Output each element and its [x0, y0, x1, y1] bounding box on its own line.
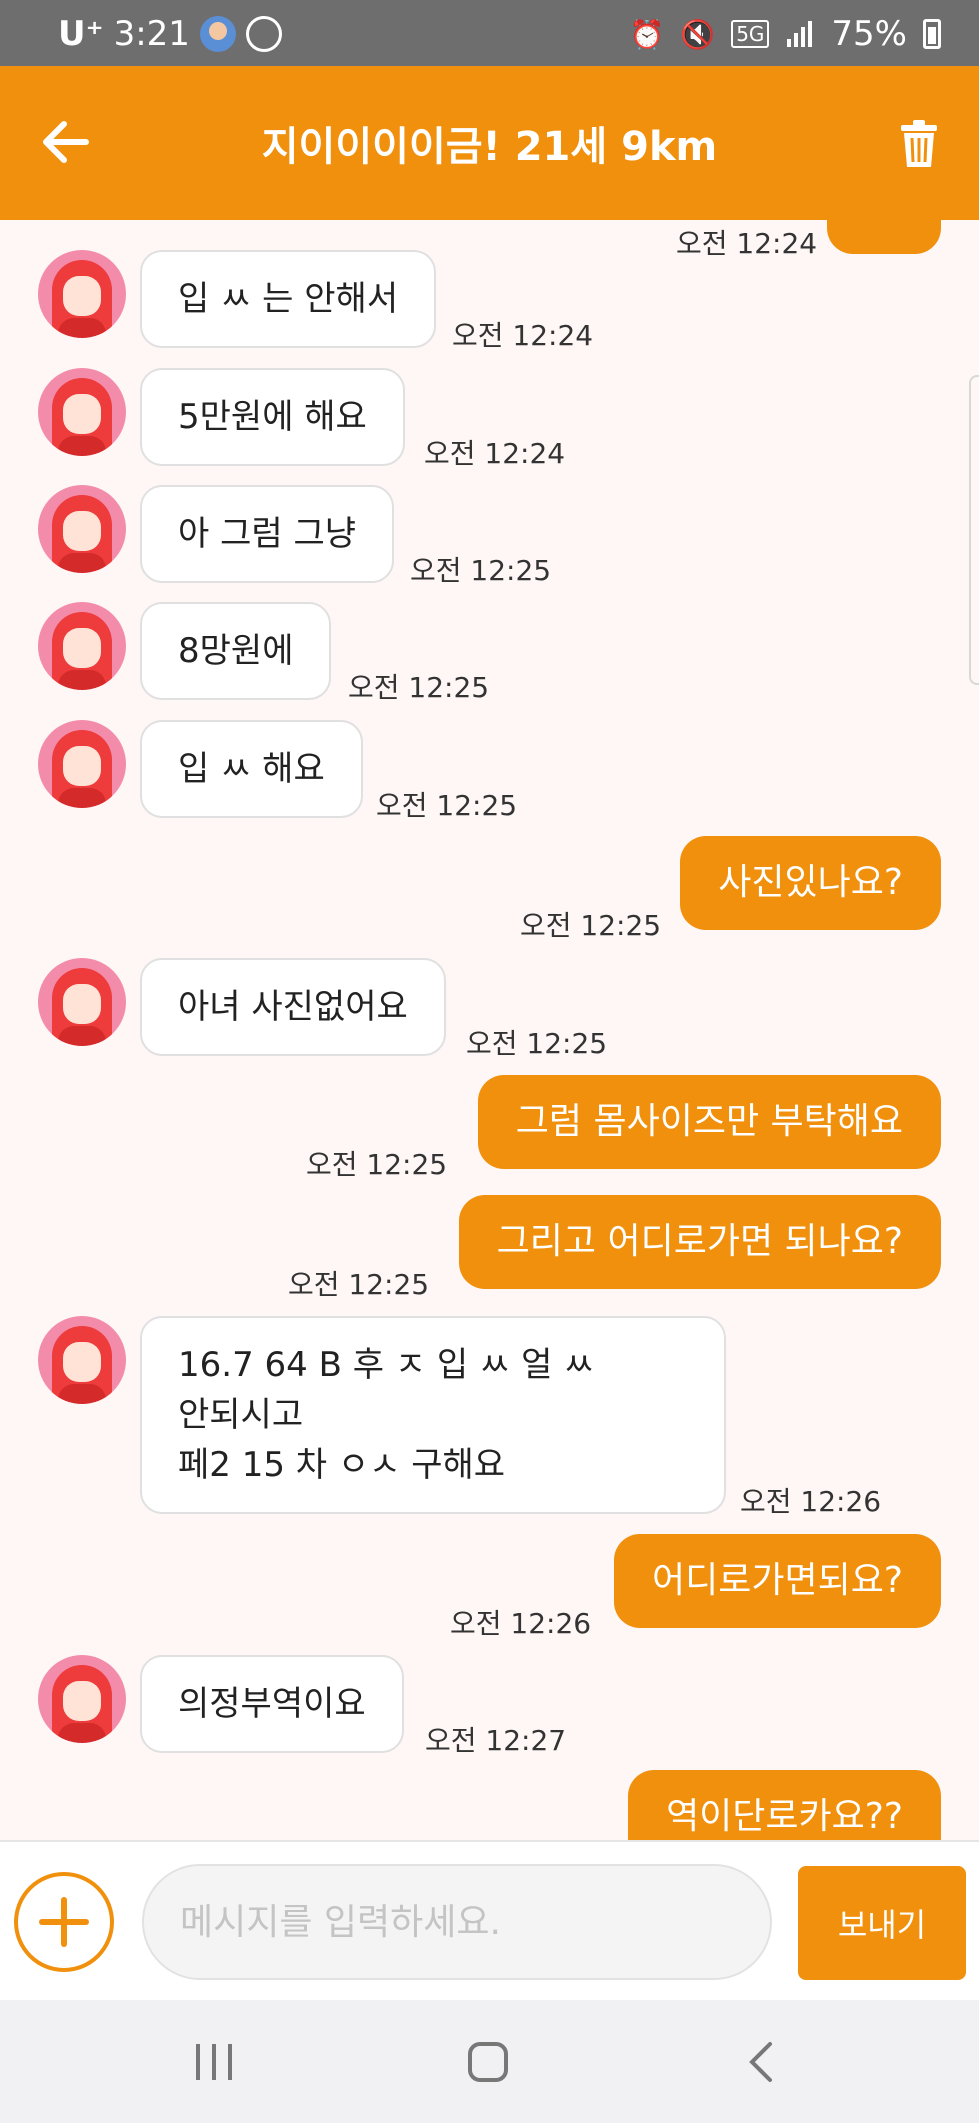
app-notification-icon [199, 16, 236, 52]
message-time: 오전 12:25 [306, 1148, 448, 1181]
message-bubble[interactable]: 8망원에 [140, 602, 332, 700]
message-bubble[interactable]: 어디로가면되요? [614, 1534, 941, 1628]
message-time: 오전 12:26 [740, 1485, 882, 1518]
avatar[interactable] [38, 720, 126, 808]
avatar[interactable] [38, 368, 126, 456]
message-bubble[interactable]: 그리고 어디로가면 되나요? [458, 1195, 941, 1289]
message-bubble[interactable]: 의정부역이요 [140, 1655, 404, 1753]
message-bubble[interactable]: 입 ㅆ 해요 [140, 720, 363, 818]
message-time: 오전 12:25 [520, 909, 662, 942]
network-type-icon: 5G [731, 20, 770, 48]
message-time: 오전 12:24 [452, 319, 594, 352]
back-button[interactable] [34, 110, 98, 174]
message-time: 오전 12:25 [410, 554, 552, 587]
avatar[interactable] [38, 1316, 126, 1404]
avatar[interactable] [38, 250, 126, 338]
message-composer: 보내기 [0, 1840, 979, 2000]
delete-chat-button[interactable] [891, 114, 947, 174]
message-time: 오전 12:27 [425, 1724, 567, 1757]
status-bar: U⁺ 3:21 ⏰ 🔇 5G 75% [0, 0, 979, 66]
back-nav-button[interactable] [722, 2030, 802, 2094]
message-time: 오전 12:25 [348, 671, 490, 704]
message-input[interactable] [142, 1864, 772, 1980]
message-time: 오전 12:25 [288, 1268, 430, 1301]
arrow-left-icon [43, 121, 89, 163]
home-button[interactable] [448, 2030, 528, 2094]
chat-header: 지이이이이금! 21세 9km [0, 66, 979, 220]
message-time: 오전 12:25 [466, 1027, 608, 1060]
home-icon [468, 2042, 508, 2082]
system-navigation-bar [0, 2000, 979, 2123]
message-bubble[interactable]: 아 그럼 그냥 [140, 485, 395, 583]
plus-icon [39, 1897, 89, 1947]
chevron-left-icon [749, 2042, 772, 2082]
send-button[interactable]: 보내기 [798, 1866, 966, 1980]
recent-apps-button[interactable] [174, 2030, 254, 2094]
avatar[interactable] [38, 485, 126, 573]
message-bubble[interactable]: 사진있나요? [680, 836, 941, 930]
message-time: 오전 12:24 [676, 227, 818, 260]
message-bubble[interactable]: 16.7 64 B 후 ㅈ 입 ㅆ 얼 ㅆ 안되시고 페2 15 차 ㅇㅅ 구해… [140, 1316, 726, 1514]
scroll-indicator [969, 375, 979, 685]
message-time: 오전 12:25 [376, 789, 518, 822]
message-bubble[interactable]: 5만원에 해요 [140, 368, 405, 466]
message-time: 오전 12:26 [450, 1607, 592, 1640]
message-bubble[interactable]: 입 ㅆ 는 안해서 [140, 250, 437, 348]
message-bubble[interactable] [827, 220, 941, 254]
chat-title: 지이이이이금! 21세 9km [261, 124, 718, 170]
message-time: 오전 12:24 [424, 437, 566, 470]
weather-icon [245, 16, 282, 52]
avatar[interactable] [38, 1655, 126, 1743]
battery-icon [923, 19, 941, 49]
recent-apps-icon [196, 2044, 232, 2080]
battery-percent: 75% [831, 14, 907, 54]
mute-icon: 🔇 [680, 17, 716, 51]
trash-icon [901, 120, 937, 167]
avatar[interactable] [38, 958, 126, 1046]
message-bubble[interactable]: 그럼 몸사이즈만 부탁해요 [477, 1075, 941, 1169]
avatar[interactable] [38, 602, 126, 690]
signal-icon [787, 21, 813, 47]
add-attachment-button[interactable] [14, 1872, 114, 1972]
clock: 3:21 [113, 14, 190, 54]
message-bubble[interactable]: 역이단로카요?? [628, 1770, 941, 1840]
alarm-icon: ⏰ [629, 17, 665, 51]
carrier-label: U⁺ [58, 14, 104, 54]
message-bubble[interactable]: 아녀 사진없어요 [140, 958, 446, 1056]
message-list[interactable]: 오전 12:24 입 ㅆ 는 안해서 오전 12:24 5만원에 해요 오전 1… [0, 220, 979, 1840]
